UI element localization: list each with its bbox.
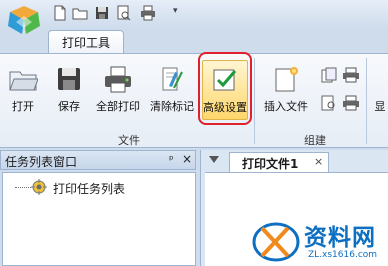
- tree-item-print-tasks[interactable]: 打印任务列表: [53, 180, 125, 197]
- preview-small-icon[interactable]: [320, 94, 338, 112]
- open-label: 打开: [12, 100, 34, 113]
- insert-file-button[interactable]: 插入文件: [258, 60, 314, 120]
- group-separator: [254, 58, 255, 144]
- save-icon[interactable]: [94, 5, 110, 21]
- watermark-url: ZL.xs1616.com: [308, 250, 378, 260]
- clear-marks-button[interactable]: 清除标记: [146, 60, 198, 120]
- display-button[interactable]: 显: [372, 60, 388, 120]
- task-panel-header: 任务列表窗口 ᵖ ×: [0, 150, 196, 170]
- tab-list-dropdown-icon[interactable]: [209, 156, 219, 163]
- printer-small-icon[interactable]: [342, 66, 360, 84]
- tab-print-file-1[interactable]: 打印文件1 ×: [229, 152, 329, 172]
- printer-icon: [105, 66, 131, 93]
- display-label: 显: [374, 100, 386, 113]
- build-group-label: 组建: [304, 134, 326, 147]
- print-all-label: 全部打印: [96, 100, 140, 113]
- ribbon-body: 打开 保存 全部打印 清除标记 高级设置 文件 插入文件 组建 显: [0, 53, 388, 148]
- close-icon[interactable]: ×: [182, 152, 192, 166]
- clear-marks-label: 清除标记: [150, 100, 194, 113]
- tree-connector: [15, 187, 31, 188]
- group-separator-2: [366, 58, 367, 144]
- save-button[interactable]: 保存: [52, 60, 86, 120]
- close-tab-icon[interactable]: ×: [314, 155, 323, 168]
- save-icon: [58, 68, 80, 90]
- quick-access-toolbar: ▾: [0, 0, 388, 34]
- customize-qat-icon[interactable]: ▾: [173, 6, 178, 16]
- clear-marks-icon: [162, 67, 183, 91]
- tasks-icon: [31, 179, 47, 195]
- save-label: 保存: [58, 100, 80, 113]
- app-window: ▾ 打印工具 打开 保存 全部打印 清除标记 高级设置 文件 插入文件 组建 显…: [0, 0, 388, 266]
- print-all-button[interactable]: 全部打印: [92, 60, 144, 120]
- open-button[interactable]: 打开: [6, 60, 40, 120]
- pin-icon[interactable]: ᵖ: [169, 153, 174, 166]
- insert-file-icon: [275, 67, 298, 92]
- open-folder-icon: [9, 71, 38, 91]
- task-panel-body: 打印任务列表: [2, 172, 196, 266]
- print-icon[interactable]: [140, 5, 156, 21]
- preview-icon[interactable]: [116, 5, 132, 21]
- watermark: 资料网 ZL.xs1616.com: [250, 214, 388, 266]
- new-file-icon[interactable]: [52, 5, 68, 21]
- highlight-annotation: [198, 52, 252, 125]
- file-group-label: 文件: [118, 134, 140, 147]
- copy-icon[interactable]: [320, 66, 338, 84]
- open-folder-icon[interactable]: [72, 5, 88, 21]
- printer-small-2-icon[interactable]: [342, 94, 360, 112]
- watermark-logo-icon: [252, 222, 300, 262]
- tab-print-tools[interactable]: 打印工具: [48, 30, 124, 55]
- watermark-text: 资料网: [304, 225, 376, 251]
- task-panel-title: 任务列表窗口: [5, 155, 78, 169]
- ribbon-tab-strip: 打印工具: [0, 28, 388, 55]
- insert-file-label: 插入文件: [264, 100, 308, 113]
- doc-tab-label: 打印文件1: [242, 157, 299, 171]
